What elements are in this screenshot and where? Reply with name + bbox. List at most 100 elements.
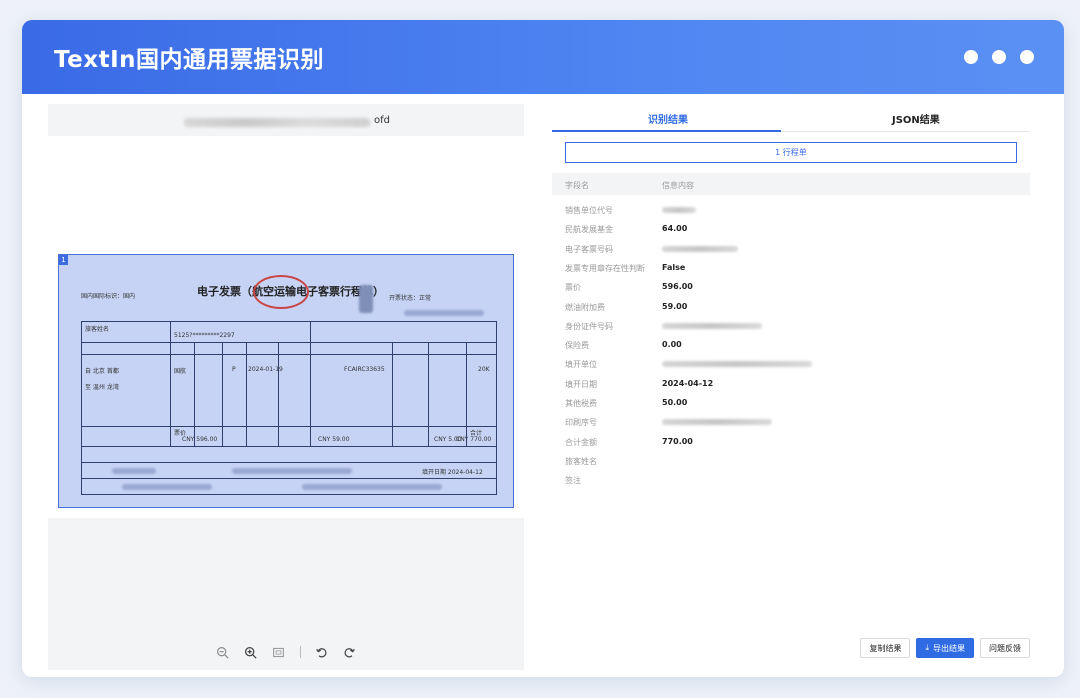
result-value-redacted xyxy=(662,419,772,426)
result-value-redacted xyxy=(662,322,762,329)
result-field-name: 填开单位 xyxy=(565,360,597,370)
preview-toolbar xyxy=(48,640,524,664)
invoice-from: 自 北京 首都 xyxy=(85,368,119,375)
result-field-name: 销售单位代号 xyxy=(565,206,613,215)
result-row: 合计金额 770.00 xyxy=(552,432,1030,451)
feedback-button[interactable]: 问题反馈 xyxy=(980,638,1030,658)
copy-result-label: 复制结果 xyxy=(869,643,902,653)
document-page: 1 国内国际标识：国内 电子发票（航空运输电子客票行程单） 开票状态：正常 旅客… xyxy=(48,136,524,518)
active-tab-indicator xyxy=(552,130,781,132)
file-name-redacted xyxy=(184,118,370,127)
document-preview-panel: ofd 1 国内国际标识：国内 电子发票（航空运输电子客票行程单） 开票状态：正… xyxy=(48,104,524,670)
result-field-name: 填开日期 xyxy=(565,379,597,389)
invoice-class: P xyxy=(232,366,236,373)
result-field-name: 身份证件号码 xyxy=(565,321,613,331)
column-field-name: 字段名 xyxy=(565,181,589,190)
invoice-status: 开票状态：正常 xyxy=(389,295,432,302)
result-field-value: 50.00 xyxy=(662,398,688,407)
result-field-value: 59.00 xyxy=(662,301,688,311)
main-content: ofd 1 国内国际标识：国内 电子发票（航空运输电子客票行程单） 开票状态：正… xyxy=(22,94,1064,677)
invoice-total-value: CNY 770.00 xyxy=(456,436,492,443)
window-dot-icon[interactable] xyxy=(992,50,1006,64)
result-row: 电子客票号码 xyxy=(552,239,1030,258)
result-row: 销售单位代号 xyxy=(552,200,1030,219)
download-icon: ⤓ xyxy=(925,643,929,652)
result-field-name: 旅客姓名 xyxy=(565,456,597,466)
redacted-field xyxy=(122,484,212,490)
result-value-redacted xyxy=(662,245,738,252)
result-row: 身份证件号码 xyxy=(552,316,1030,335)
result-row: 民航发展基金 64.00 xyxy=(552,219,1030,238)
result-value-redacted xyxy=(662,207,696,213)
result-field-name: 签注 xyxy=(565,476,581,486)
result-field-value: 2024-04-12 xyxy=(662,378,714,388)
result-field-name: 电子客票号码 xyxy=(565,244,613,254)
invoice-to: 至 温州 龙湾 xyxy=(85,384,119,391)
tab-recognition-result[interactable]: 识别结果 xyxy=(648,111,688,126)
document-type-label: 1 行程单 xyxy=(775,148,807,157)
result-row: 填开单位 xyxy=(552,354,1030,373)
result-row: 签注 xyxy=(552,470,1030,489)
column-info-content: 信息内容 xyxy=(662,181,694,190)
invoice-fuel-value: CNY 59.00 xyxy=(318,436,350,443)
invoice-table: 旅客姓名 5125?*********2297 自 北京 首都 至 温州 龙湾 … xyxy=(81,321,497,495)
document-type-select[interactable]: 1 行程单 xyxy=(565,142,1017,163)
invoice-fare-basis: FCAIRC33635 xyxy=(344,366,385,373)
invoice-passenger-label: 旅客姓名 xyxy=(85,326,110,333)
results-panel: 识别结果 JSON结果 1 行程单 字段名 信息内容 销售单位代号民航发展基金 6… xyxy=(552,104,1030,670)
rotate-right-icon[interactable] xyxy=(343,645,357,659)
fit-icon[interactable] xyxy=(272,645,286,659)
result-field-name: 印刷序号 xyxy=(565,418,597,428)
result-value-redacted xyxy=(662,361,812,368)
file-extension: ofd xyxy=(374,115,390,126)
toolbar-divider xyxy=(299,646,301,658)
redacted-qr xyxy=(359,285,373,313)
result-field-name: 合计金额 xyxy=(565,437,597,447)
results-table-header: 字段名 信息内容 xyxy=(552,173,1030,195)
tab-json-result[interactable]: JSON结果 xyxy=(892,111,940,126)
export-result-button[interactable]: ⤓ 导出结果 xyxy=(916,638,974,658)
result-row: 旅客姓名 xyxy=(552,451,1030,470)
export-result-label: 导出结果 xyxy=(933,643,965,653)
invoice-luggage: 20K xyxy=(478,366,490,373)
feedback-label: 问题反馈 xyxy=(989,643,1021,653)
result-row: 燃油附加费 59.00 xyxy=(552,297,1030,316)
redacted-field xyxy=(404,310,484,316)
invoice-id-number: 5125?*********2297 xyxy=(174,332,235,339)
result-row: 其他税费 50.00 xyxy=(552,393,1030,412)
result-field-name: 发票专用章存在性判断 xyxy=(565,263,645,273)
invoice-domestic-label: 国内国际标识：国内 xyxy=(81,293,136,300)
invoice-seal-icon xyxy=(253,275,309,309)
result-field-value: 596.00 xyxy=(662,282,693,292)
redacted-field xyxy=(302,484,442,490)
rotate-left-icon[interactable] xyxy=(315,645,329,659)
result-field-value: 64.00 xyxy=(662,224,688,234)
result-row: 填开日期 2024-04-12 xyxy=(552,374,1030,393)
app-window: TextIn国内通用票据识别 ofd 1 国内国际标识：国内 电子发票（航空运输… xyxy=(22,20,1064,677)
redacted-field xyxy=(112,468,156,474)
invoice-date: 2024-01-19 xyxy=(248,366,283,373)
result-field-name: 票价 xyxy=(565,283,581,293)
result-row: 保险费 0.00 xyxy=(552,335,1030,354)
copy-result-button[interactable]: 复制结果 xyxy=(860,638,911,658)
detected-region[interactable]: 1 国内国际标识：国内 电子发票（航空运输电子客票行程单） 开票状态：正常 旅客… xyxy=(58,254,514,508)
result-field-name: 其他税费 xyxy=(565,399,597,408)
result-actions: 复制结果 ⤓ 导出结果 问题反馈 xyxy=(860,638,1030,658)
result-field-name: 保险费 xyxy=(565,341,589,351)
result-row: 票价 596.00 xyxy=(552,277,1030,296)
invoice-carrier: 国航 xyxy=(174,368,187,375)
result-field-value: 770.00 xyxy=(662,436,693,446)
zoom-in-icon[interactable] xyxy=(244,645,258,659)
result-field-value: 0.00 xyxy=(662,340,682,350)
zoom-out-icon[interactable] xyxy=(216,645,230,659)
region-index-badge: 1 xyxy=(59,255,68,265)
result-row: 发票专用章存在性判断 False xyxy=(552,258,1030,277)
result-field-value: False xyxy=(662,262,686,272)
window-controls xyxy=(964,50,1034,64)
redacted-field xyxy=(232,468,352,474)
invoice-issue-date: 填开日期 2024-04-12 xyxy=(422,469,483,476)
window-dot-icon[interactable] xyxy=(964,50,978,64)
result-field-name: 燃油附加费 xyxy=(565,302,605,312)
title-bar: TextIn国内通用票据识别 xyxy=(22,20,1064,94)
window-dot-icon[interactable] xyxy=(1020,50,1034,64)
